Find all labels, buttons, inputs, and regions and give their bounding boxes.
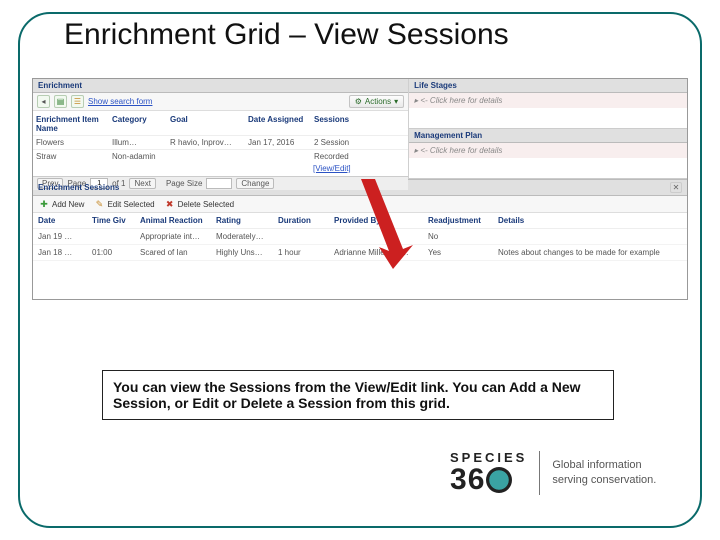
collapse-icon[interactable]: ◂	[37, 95, 50, 108]
col-sessions: Sessions	[314, 115, 356, 133]
cell: Straw	[36, 152, 106, 161]
col-provided: Provided By	[334, 216, 424, 225]
pagesize-label: Page Size	[166, 179, 202, 188]
digit-3: 3	[450, 465, 467, 495]
logo-360: 3 6	[450, 465, 527, 495]
mgmt-plan-placeholder[interactable]: ▸ <- Click here for details	[409, 143, 687, 158]
col-details: Details	[498, 216, 682, 225]
cell: Highly Uns…	[216, 248, 274, 257]
enrichment-columns: Enrichment Item Name Category Goal Date …	[33, 111, 408, 135]
col-reaction: Animal Reaction	[140, 216, 212, 225]
tagline-line: serving conservation.	[552, 473, 656, 487]
label: Delete Selected	[178, 200, 234, 209]
cell: Moderately…	[216, 232, 274, 241]
globe-icon	[486, 467, 512, 493]
col-time: Time Giv	[92, 216, 136, 225]
cell: Recorded	[314, 152, 356, 161]
cell: Scared of Ian	[140, 248, 212, 257]
label: Edit Selected	[107, 200, 154, 209]
cell: Non-adamin	[112, 152, 164, 161]
cell	[498, 232, 682, 241]
pencil-icon: ✎	[94, 199, 104, 209]
label: Add New	[52, 200, 84, 209]
cell: Jan 19 …	[38, 232, 88, 241]
col-date: Date Assigned	[248, 115, 308, 133]
cell: 01:00	[92, 248, 136, 257]
app-screenshot: Enrichment ◂ ▤ ☰ Show search form ⚙ Acti…	[32, 78, 688, 300]
life-stages-panel: Life Stages ▸ <- Click here for details	[409, 79, 687, 129]
cell: Notes about changes to be made for examp…	[498, 248, 682, 257]
col-readjust: Readjustment	[428, 216, 494, 225]
cell: Appropriate int…	[140, 232, 212, 241]
sessions-columns: Date Time Giv Animal Reaction Rating Dur…	[33, 213, 687, 229]
col-category: Category	[112, 115, 164, 133]
caption-box: You can view the Sessions from the View/…	[102, 370, 614, 420]
edit-selected-button[interactable]: ✎Edit Selected	[94, 199, 154, 209]
cell	[278, 232, 330, 241]
col-goal: Goal	[170, 115, 242, 133]
enrichment-panel: Enrichment ◂ ▤ ☰ Show search form ⚙ Acti…	[33, 79, 409, 179]
cell: Adrianne Miller, Es…	[334, 248, 424, 257]
session-row[interactable]: Jan 18 … 01:00 Scared of Ian Highly Uns……	[33, 245, 687, 261]
cell: Yes	[428, 248, 494, 257]
sessions-title: Enrichment Sessions	[38, 183, 119, 192]
slide-title: Enrichment Grid – View Sessions	[58, 18, 515, 52]
view-edit-link[interactable]: [View/Edit]	[313, 163, 351, 176]
digit-6: 6	[468, 465, 485, 495]
cell: Jan 18 …	[38, 248, 88, 257]
enrichment-panel-title: Enrichment	[33, 79, 408, 93]
life-stages-placeholder[interactable]: ▸ <- Click here for details	[409, 93, 687, 108]
chevron-down-icon: ▾	[394, 97, 398, 106]
cell	[170, 152, 242, 161]
actions-label: Actions	[365, 97, 391, 106]
show-search-link[interactable]: Show search form	[88, 97, 152, 106]
change-button[interactable]: Change	[236, 178, 274, 189]
col-name: Enrichment Item Name	[36, 115, 106, 133]
plus-icon: ✚	[39, 199, 49, 209]
mgmt-plan-title: Management Plan	[409, 129, 687, 143]
placeholder-text: <- Click here for details	[420, 146, 502, 155]
sessions-panel: Enrichment Sessions ✕ ✚Add New ✎Edit Sel…	[33, 179, 687, 261]
close-icon[interactable]: ✕	[670, 182, 682, 193]
cell	[92, 232, 136, 241]
cell: 2 Session	[314, 138, 356, 147]
delete-selected-button[interactable]: ✖Delete Selected	[165, 199, 234, 209]
add-new-button[interactable]: ✚Add New	[39, 199, 84, 209]
logo-tagline: Global information serving conservation.	[552, 458, 656, 487]
next-button[interactable]: Next	[129, 178, 155, 189]
pagesize-input[interactable]	[206, 178, 232, 189]
cell: R havio, Inprov…	[170, 138, 242, 147]
cell	[248, 152, 308, 161]
session-row[interactable]: Jan 19 … Appropriate int… Moderately… No	[33, 229, 687, 245]
actions-button[interactable]: ⚙ Actions ▾	[349, 95, 404, 108]
logo-divider	[539, 451, 540, 495]
placeholder-text: <- Click here for details	[420, 96, 502, 105]
cell: 1 hour	[278, 248, 330, 257]
cell: Flowers	[36, 138, 106, 147]
cell: Illum…	[112, 138, 164, 147]
life-stages-title: Life Stages	[409, 79, 687, 93]
cell: Jan 17, 2016	[248, 138, 308, 147]
col-duration: Duration	[278, 216, 330, 225]
col-rating: Rating	[216, 216, 274, 225]
gear-icon: ⚙	[355, 97, 362, 106]
logo-area: SPECIES 3 6 Global information serving c…	[450, 450, 656, 495]
enrichment-row[interactable]: Straw Non-adamin Recorded	[33, 149, 408, 163]
tagline-line: Global information	[552, 458, 656, 472]
col-date: Date	[38, 216, 88, 225]
cell: No	[428, 232, 494, 241]
filter-icon[interactable]: ☰	[71, 95, 84, 108]
enrichment-row[interactable]: Flowers Illum… R havio, Inprov… Jan 17, …	[33, 135, 408, 149]
tree-icon[interactable]: ▤	[54, 95, 67, 108]
delete-icon: ✖	[165, 199, 175, 209]
cell	[334, 232, 424, 241]
mgmt-plan-panel: Management Plan ▸ <- Click here for deta…	[409, 129, 687, 179]
